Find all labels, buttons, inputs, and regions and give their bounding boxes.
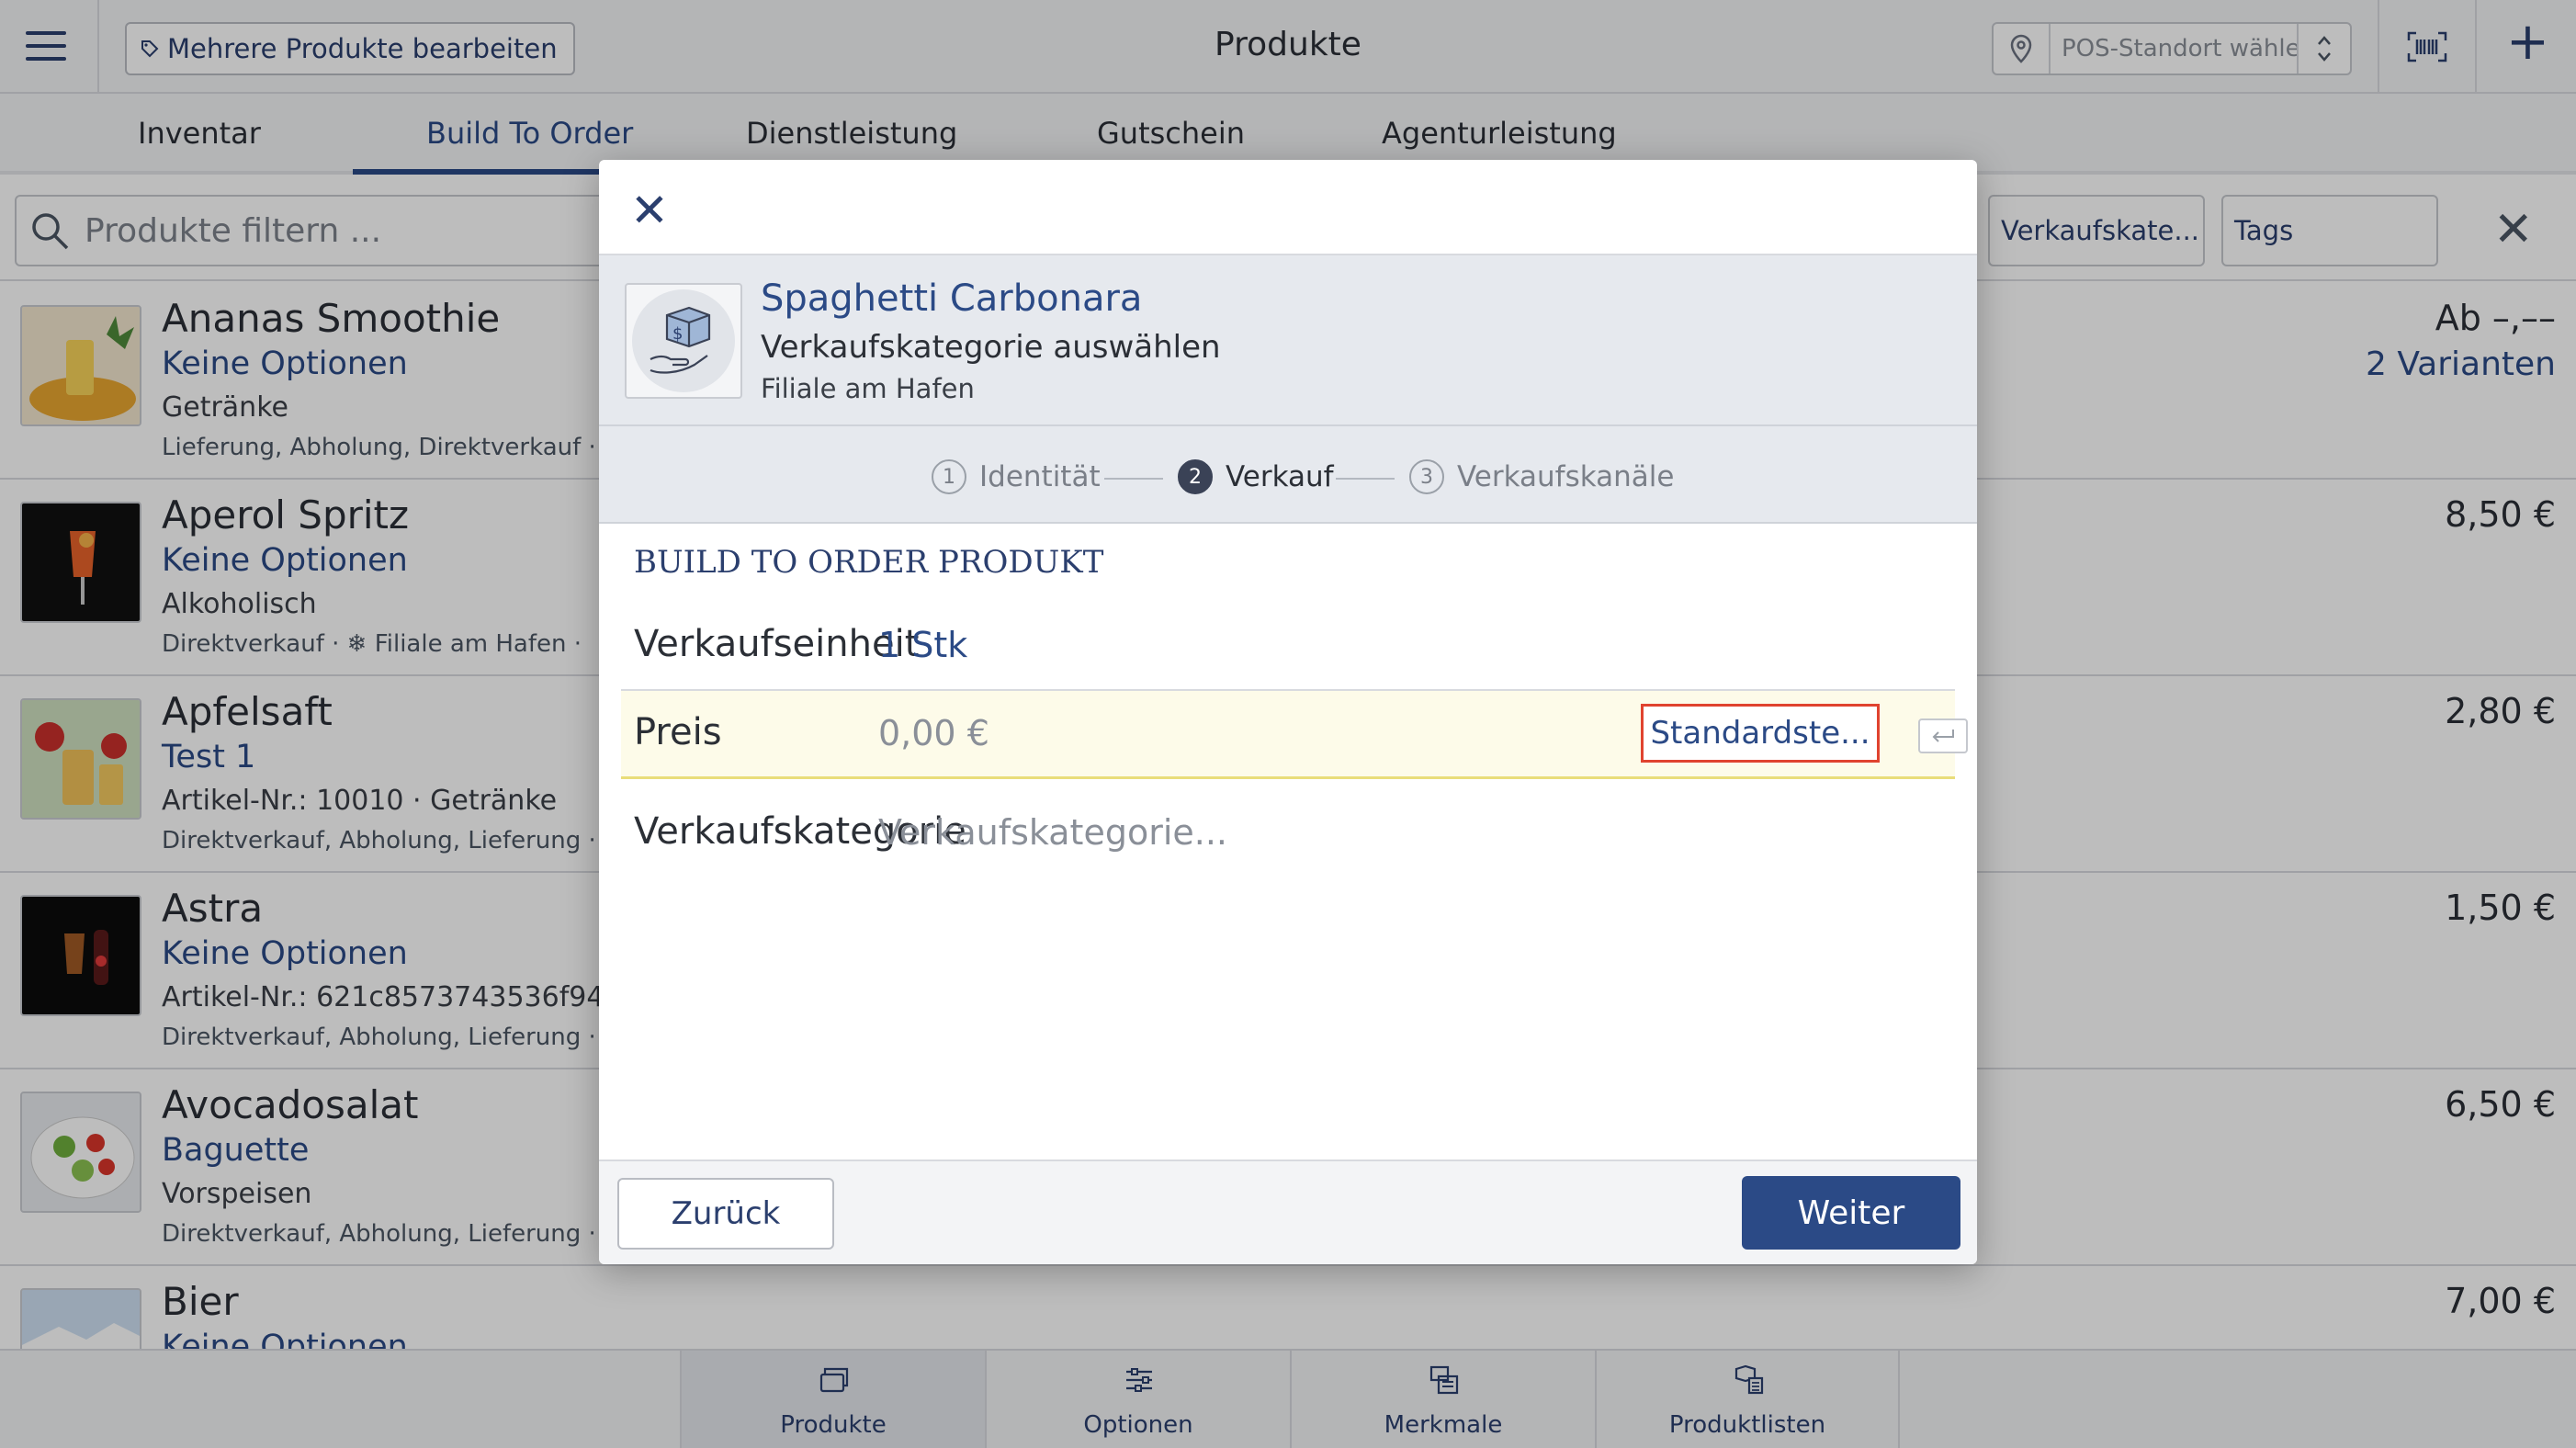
step-number: 3 bbox=[1409, 459, 1444, 494]
back-button[interactable]: Zurück bbox=[617, 1178, 834, 1250]
dialog-location: Filiale am Hafen bbox=[761, 373, 975, 404]
section-title: BUILD TO ORDER PRODUKT bbox=[634, 544, 1104, 581]
step-label: Verkauf bbox=[1226, 460, 1334, 493]
step-number: 2 bbox=[1178, 459, 1213, 494]
box-hand-icon: $ bbox=[632, 289, 735, 392]
price-row: Preis 0,00 € Standardste... bbox=[621, 691, 1968, 779]
step-verkaufskanaele[interactable]: 3 Verkaufskanäle bbox=[1409, 459, 1674, 494]
dialog-product-name: Spaghetti Carbonara bbox=[761, 277, 1143, 320]
step-label: Identität bbox=[979, 460, 1101, 493]
dialog-footer: Zurück Weiter bbox=[599, 1160, 1977, 1264]
step-number: 1 bbox=[932, 459, 966, 494]
wizard-steps: 1 Identität 2 Verkauf 3 Verkaufskanäle bbox=[599, 426, 1977, 524]
price-input[interactable]: 0,00 € bbox=[878, 713, 989, 753]
dialog-subtitle: Verkaufskategorie auswählen bbox=[761, 329, 1221, 366]
next-button[interactable]: Weiter bbox=[1742, 1176, 1960, 1250]
create-product-dialog: ✕ $ Spaghetti Carbonara Verkaufskategori… bbox=[599, 160, 1977, 1264]
step-verkauf[interactable]: 2 Verkauf bbox=[1178, 459, 1334, 494]
sales-unit-label: Verkaufseinheit bbox=[634, 623, 920, 665]
product-avatar: $ bbox=[625, 283, 742, 399]
svg-text:$: $ bbox=[672, 324, 683, 344]
close-icon[interactable]: ✕ bbox=[630, 187, 669, 233]
step-connector bbox=[1104, 478, 1163, 480]
sales-unit-value[interactable]: 1 Stk bbox=[878, 625, 967, 665]
step-identitaet[interactable]: 1 Identität bbox=[932, 459, 1101, 494]
return-key-icon[interactable] bbox=[1918, 718, 1968, 753]
sales-category-input[interactable]: Verkaufskategorie... bbox=[878, 812, 1227, 853]
dialog-header: $ Spaghetti Carbonara Verkaufskategorie … bbox=[599, 254, 1977, 426]
price-label: Preis bbox=[634, 711, 722, 753]
tax-rate-button[interactable]: Standardste... bbox=[1641, 704, 1880, 763]
sales-unit-row[interactable]: Verkaufseinheit 1 Stk bbox=[621, 605, 1955, 691]
sales-category-row[interactable]: Verkaufskategorie Verkaufskategorie... bbox=[621, 779, 1955, 886]
step-connector bbox=[1336, 478, 1395, 480]
step-label: Verkaufskanäle bbox=[1457, 460, 1675, 493]
